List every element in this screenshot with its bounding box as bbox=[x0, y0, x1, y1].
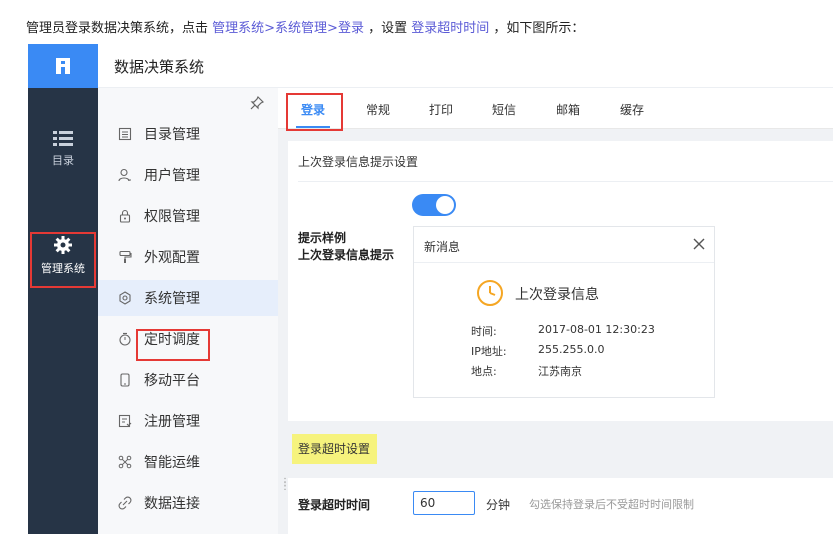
divider bbox=[298, 181, 833, 182]
timeout-input[interactable] bbox=[413, 491, 475, 515]
rail-catalog-label: 目录 bbox=[52, 154, 74, 167]
preview-header: 新消息 bbox=[414, 227, 714, 263]
highlight-box-system bbox=[136, 329, 210, 361]
menu-item[interactable]: 外观配置 bbox=[98, 239, 278, 275]
top-bar: 数据决策系统 bbox=[28, 44, 833, 88]
preview-info-value: 江苏南京 bbox=[538, 365, 582, 378]
instruction-text: 管理员登录数据决策系统，点击 管理系统>系统管理>登录 ，设置 登录超时时间 ，… bbox=[26, 17, 584, 36]
settings-tab[interactable]: 缓存 bbox=[620, 101, 644, 118]
preview-title: 上次登录信息 bbox=[515, 287, 599, 303]
settings-tabs: 登录 常规 打印 短信 邮箱 缓存 bbox=[278, 88, 833, 131]
menu-item-label: 注册管理 bbox=[144, 414, 200, 430]
paint-roller-icon bbox=[118, 250, 132, 264]
login-info-toggle[interactable] bbox=[412, 194, 456, 216]
menu-item[interactable]: 注册管理 bbox=[98, 403, 278, 439]
menu-item[interactable]: 移动平台 bbox=[98, 362, 278, 398]
primary-sidebar: 目录 管理系统 bbox=[28, 88, 98, 534]
settings-tab[interactable]: 短信 bbox=[492, 101, 516, 118]
preview-info-key: 时间: bbox=[471, 325, 497, 338]
instruction-prefix: 管理员登录数据决策系统，点击 bbox=[26, 21, 209, 36]
highlight-box-login-tab bbox=[286, 93, 343, 131]
link-icon bbox=[118, 496, 132, 510]
instruction-setting: 登录超时时间 bbox=[411, 21, 490, 36]
close-icon[interactable] bbox=[693, 238, 705, 250]
timeout-section-title: 登录超时设置 bbox=[292, 434, 377, 464]
menu-item[interactable]: 数据连接 bbox=[98, 485, 278, 521]
instruction-middle: ，设置 bbox=[368, 21, 408, 36]
app-window: 数据决策系统 目录 管理系统 目录管理 用户管理 权限管理 外观配置 系统管理 … bbox=[28, 44, 833, 534]
instruction-path: 管理系统>系统管理>登录 bbox=[212, 21, 364, 36]
settings-tab[interactable]: 打印 bbox=[429, 101, 453, 118]
menu-item-label: 目录管理 bbox=[144, 127, 200, 143]
timeout-hint: 勾选保持登录后不受超时时间限制 bbox=[529, 498, 694, 511]
menu-item[interactable]: 智能运维 bbox=[98, 444, 278, 480]
clock-icon bbox=[477, 280, 503, 306]
secondary-sidebar: 目录管理 用户管理 权限管理 外观配置 系统管理 定时调度 移动平台 注册管理 智能运维 数据连接 bbox=[98, 88, 278, 534]
logo-icon bbox=[56, 58, 70, 74]
timeout-unit: 分钟 bbox=[486, 498, 511, 512]
notification-preview: 新消息 上次登录信息 时间: 2017-08-01 12:30:23 IP地址: 25… bbox=[413, 226, 715, 398]
app-title: 数据决策系统 bbox=[114, 58, 205, 76]
menu-item-label: 移动平台 bbox=[144, 373, 200, 389]
instruction-suffix: ，如下图所示： bbox=[493, 21, 585, 36]
preview-info-value: 2017-08-01 12:30:23 bbox=[538, 323, 655, 336]
timeout-label: 登录超时时间 bbox=[298, 498, 371, 512]
toggle-knob bbox=[436, 196, 454, 214]
settings-tab[interactable]: 邮箱 bbox=[556, 101, 580, 118]
menu-item-label: 系统管理 bbox=[144, 291, 200, 307]
menu-item-label: 权限管理 bbox=[144, 209, 200, 225]
login-info-section-title: 上次登录信息提示设置 bbox=[298, 155, 419, 169]
preview-info-key: IP地址: bbox=[471, 345, 507, 358]
menu-item-label: 智能运维 bbox=[144, 455, 200, 471]
settings-tab[interactable]: 常规 bbox=[366, 101, 390, 118]
main-panel: 登录 常规 打印 短信 邮箱 缓存 上次登录信息提示设置 上次登录信息提示 提示样例 新消… bbox=[278, 88, 833, 534]
menu-item[interactable]: 用户管理 bbox=[98, 157, 278, 193]
list-icon bbox=[53, 131, 73, 146]
login-info-toggle-label: 上次登录信息提示 bbox=[298, 248, 395, 262]
menu-item[interactable]: 权限管理 bbox=[98, 198, 278, 234]
mobile-icon bbox=[118, 373, 132, 387]
highlight-box-manage bbox=[30, 232, 96, 288]
menu-item-label: 用户管理 bbox=[144, 168, 200, 184]
pin-icon[interactable] bbox=[250, 96, 264, 110]
timer-icon bbox=[118, 332, 132, 346]
preview-header-title: 新消息 bbox=[424, 240, 461, 254]
timeout-card: 登录超时时间 分钟 勾选保持登录后不受超时时间限制 bbox=[288, 478, 833, 534]
ops-icon bbox=[118, 455, 132, 469]
menu-item[interactable]: 目录管理 bbox=[98, 116, 278, 152]
rail-item-catalog[interactable]: 目录 bbox=[28, 130, 98, 168]
preview-info-key: 地点: bbox=[471, 365, 497, 378]
menu-item[interactable]: 系统管理 bbox=[98, 280, 278, 316]
user-icon bbox=[118, 168, 132, 182]
preview-info-value: 255.255.0.0 bbox=[538, 343, 605, 356]
app-logo[interactable] bbox=[28, 44, 98, 88]
lock-icon bbox=[118, 209, 132, 223]
sample-label: 提示样例 bbox=[298, 231, 347, 245]
register-icon bbox=[118, 414, 132, 428]
gear-icon bbox=[118, 291, 132, 305]
menu-item-label: 数据连接 bbox=[144, 496, 200, 512]
catalog-list-icon bbox=[118, 127, 132, 141]
menu-item-label: 外观配置 bbox=[144, 250, 200, 266]
login-info-card: 上次登录信息提示设置 上次登录信息提示 提示样例 新消息 上次登录信息 时间: … bbox=[288, 141, 833, 421]
resize-handle[interactable]: ⋮ ⋮ bbox=[280, 478, 290, 492]
